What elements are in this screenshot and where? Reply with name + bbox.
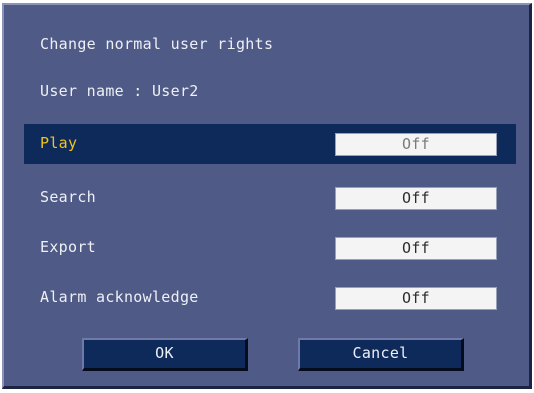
rights-row-label: Search	[40, 188, 96, 206]
alarm-acknowledge-value-field[interactable]: Off	[335, 287, 497, 310]
rights-row-play[interactable]: Play Off	[24, 124, 516, 164]
rights-row-label: Alarm acknowledge	[40, 288, 199, 306]
rights-row-search[interactable]: Search Off	[24, 178, 516, 218]
user-name-label: User name : User2	[40, 82, 199, 100]
play-value-field[interactable]: Off	[335, 133, 497, 156]
search-value-field[interactable]: Off	[335, 187, 497, 210]
ok-button[interactable]: OK	[82, 338, 248, 371]
window-frame: Change normal user rights User name : Us…	[0, 0, 534, 393]
dialog-title: Change normal user rights	[40, 35, 274, 53]
cancel-button[interactable]: Cancel	[298, 338, 464, 371]
user-rights-dialog: Change normal user rights User name : Us…	[2, 3, 532, 389]
rights-row-export[interactable]: Export Off	[24, 228, 516, 268]
export-value-field[interactable]: Off	[335, 237, 497, 260]
rights-row-alarm-acknowledge[interactable]: Alarm acknowledge Off	[24, 278, 516, 318]
rights-row-label: Play	[40, 134, 78, 152]
rights-row-label: Export	[40, 238, 96, 256]
